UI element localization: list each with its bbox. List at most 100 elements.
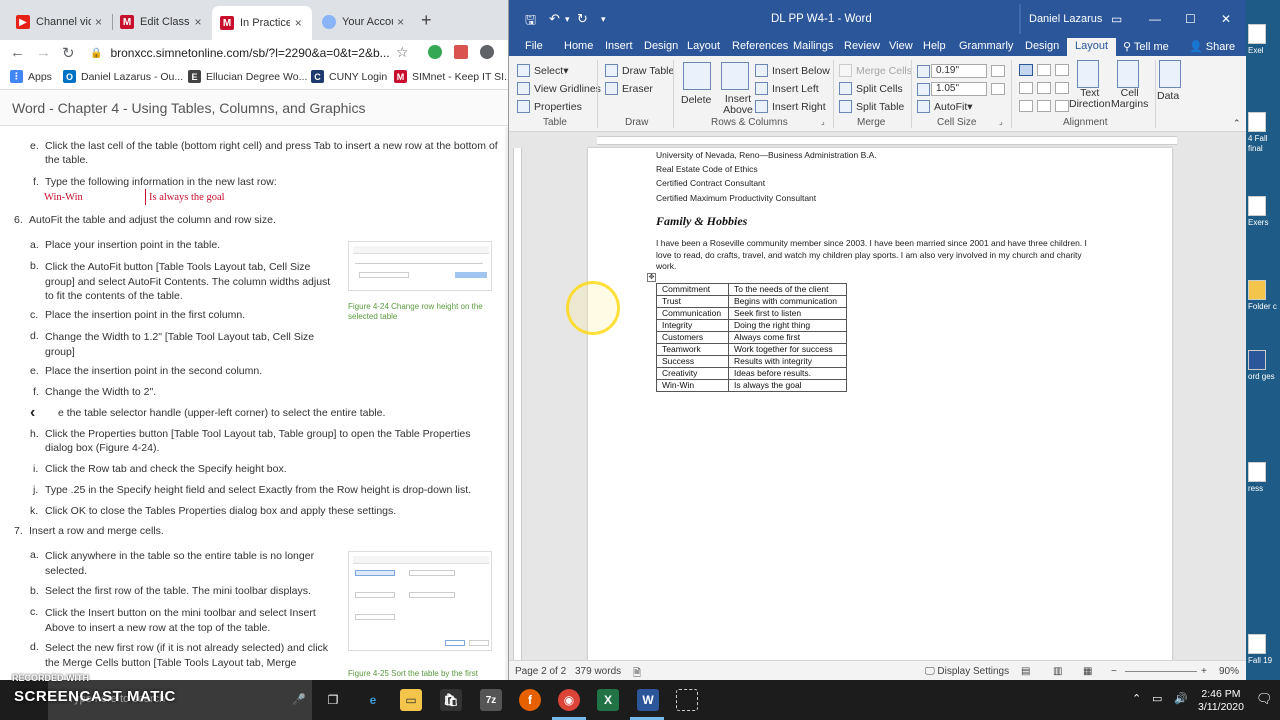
minimize-icon[interactable]: — — [1149, 12, 1161, 26]
draw-table-button[interactable]: Draw Table — [605, 64, 674, 77]
customize-qat-icon[interactable]: ▾ — [601, 14, 606, 25]
excel-icon[interactable]: X — [597, 689, 619, 711]
table-cell[interactable]: Trust — [656, 295, 729, 308]
calculator-icon[interactable]: 7z — [480, 689, 502, 711]
tab-view[interactable]: View — [889, 40, 913, 52]
word-count[interactable]: 379 words — [575, 666, 621, 677]
align-top-left-icon[interactable] — [1019, 64, 1033, 76]
properties-button[interactable]: Properties — [517, 100, 582, 113]
view-gridlines-button[interactable]: View Gridlines — [517, 82, 601, 95]
tab-edit-class[interactable]: M Edit Class × — [112, 8, 212, 36]
align-center-left-icon[interactable] — [1019, 82, 1033, 94]
undo-dropdown-icon[interactable]: ▾ — [565, 14, 570, 25]
tab-in-practice[interactable]: M In Practice × — [212, 6, 312, 40]
desktop-file-excel[interactable]: Exel — [1248, 24, 1278, 56]
table-cell[interactable]: Doing the right thing — [728, 319, 847, 332]
snip-icon[interactable] — [676, 689, 698, 711]
star-icon[interactable]: ☆ — [396, 44, 409, 61]
word-icon[interactable]: W — [637, 689, 659, 711]
horizontal-ruler[interactable] — [517, 133, 1247, 147]
bookmark-simnet[interactable]: M SIMnet - Keep IT SI... — [394, 70, 508, 83]
tab-insert[interactable]: Insert — [605, 40, 633, 52]
close-icon[interactable]: × — [393, 15, 408, 29]
table-cell[interactable]: Commitment — [656, 283, 729, 296]
desktop-file-word[interactable]: ord ges — [1248, 350, 1278, 382]
align-top-right-icon[interactable] — [1055, 64, 1069, 76]
edge-icon[interactable]: e — [362, 689, 384, 711]
table-cell[interactable]: Success — [656, 355, 729, 368]
zoom-in-icon[interactable]: + — [1201, 666, 1207, 677]
eraser-button[interactable]: Eraser — [605, 82, 653, 95]
split-table-button[interactable]: Split Table — [839, 100, 904, 113]
close-icon[interactable]: × — [190, 15, 206, 29]
split-cells-button[interactable]: Split Cells — [839, 82, 903, 95]
table-cell[interactable]: Communication — [656, 307, 729, 320]
bookmark-outlook[interactable]: O Daniel Lazarus - Ou... — [63, 70, 183, 83]
redo-icon[interactable]: ↻ — [577, 11, 588, 27]
table-cell[interactable]: Is always the goal — [728, 379, 847, 392]
collapse-ribbon-icon[interactable]: ⌃ — [1233, 118, 1241, 129]
close-icon[interactable]: × — [91, 15, 106, 29]
system-clock[interactable]: 2:46 PM 3/11/2020 — [1198, 688, 1244, 714]
tab-tell-me[interactable]: ⚲ Tell me — [1123, 40, 1169, 53]
insert-above-icon[interactable] — [721, 62, 749, 90]
chrome-icon[interactable]: ◉ — [558, 689, 580, 711]
tab-layout[interactable]: Layout — [687, 40, 720, 52]
tab-channel[interactable]: ▶ Channel vid × — [8, 8, 112, 36]
data-button[interactable]: Data — [1157, 90, 1179, 102]
microphone-icon[interactable]: 🎤 — [292, 693, 306, 706]
cell-margins-icon[interactable] — [1117, 60, 1139, 88]
print-layout-icon[interactable]: ▥ — [1053, 666, 1062, 677]
distribute-rows-icon[interactable] — [991, 65, 1005, 77]
table-cell[interactable]: Begins with communication — [728, 295, 847, 308]
insert-right-button[interactable]: Insert Right — [755, 100, 826, 113]
table-cell[interactable]: Always come first — [728, 331, 847, 344]
table-cell[interactable]: Ideas before results. — [728, 367, 847, 380]
delete-table-icon[interactable] — [683, 62, 711, 90]
table-cell[interactable]: Teamwork — [656, 343, 729, 356]
extension-icon[interactable] — [480, 45, 494, 59]
figure-4-25-image[interactable] — [348, 551, 492, 651]
table-cell[interactable]: To the needs of the client — [728, 283, 847, 296]
close-icon[interactable]: ✕ — [1221, 12, 1231, 26]
firefox-icon[interactable]: f — [519, 689, 541, 711]
desktop-file-exers[interactable]: Exers — [1248, 196, 1278, 228]
close-icon[interactable]: × — [290, 16, 306, 30]
bookmark-ellucian[interactable]: E Ellucian Degree Wo... — [188, 70, 307, 83]
display-settings-button[interactable]: 🖵 Display Settings — [925, 666, 1009, 677]
grammarly-extension-icon[interactable] — [428, 45, 442, 59]
insert-below-button[interactable]: Insert Below — [755, 64, 830, 77]
ribbon-display-options-icon[interactable]: ▭ — [1111, 12, 1122, 26]
autofit-button[interactable]: AutoFit ▾ — [917, 100, 973, 113]
table-cell[interactable]: Work together for success — [728, 343, 847, 356]
tab-grammarly[interactable]: Grammarly — [959, 40, 1013, 52]
file-explorer-icon[interactable]: ▭ — [400, 689, 422, 711]
web-layout-icon[interactable]: ▦ — [1083, 666, 1092, 677]
values-table[interactable]: Commitment To the needs of the client Tru… — [656, 283, 847, 392]
pdf-extension-icon[interactable] — [454, 45, 468, 59]
document-page[interactable]: University of Nevada, Reno—Business Admi… — [588, 148, 1172, 660]
save-icon[interactable]: 🖫 — [525, 11, 536, 33]
task-view-icon[interactable]: ❐ — [322, 689, 344, 711]
desktop-file-ress[interactable]: ress — [1248, 462, 1278, 494]
back-arrow-icon[interactable]: ← — [10, 44, 25, 61]
dialog-launcher-icon[interactable]: ⌟ — [821, 117, 825, 126]
zoom-level[interactable]: 90% — [1219, 666, 1239, 677]
tab-references[interactable]: References — [732, 40, 788, 52]
tab-file[interactable]: File — [525, 40, 543, 52]
cell-margins-button[interactable]: Cell Margins — [1111, 88, 1148, 110]
store-icon[interactable]: 🛍 — [440, 689, 462, 711]
zoom-slider[interactable] — [1125, 671, 1197, 672]
delete-button[interactable]: Delete — [681, 94, 711, 106]
align-bottom-center-icon[interactable] — [1037, 100, 1051, 112]
insert-above-button[interactable]: Insert Above — [721, 94, 755, 116]
tab-table-layout[interactable]: Layout — [1067, 38, 1117, 56]
show-hidden-icons-icon[interactable]: ⌃ — [1132, 692, 1141, 705]
table-cell[interactable]: Customers — [656, 331, 729, 344]
tab-home[interactable]: Home — [564, 40, 593, 52]
desktop-file-fall-final[interactable]: 4 Fall final — [1248, 112, 1278, 154]
tab-table-design[interactable]: Design — [1025, 40, 1059, 52]
table-cell[interactable]: Win-Win — [656, 379, 729, 392]
tab-design[interactable]: Design — [644, 40, 678, 52]
table-move-handle-icon[interactable]: ✥ — [647, 273, 656, 282]
